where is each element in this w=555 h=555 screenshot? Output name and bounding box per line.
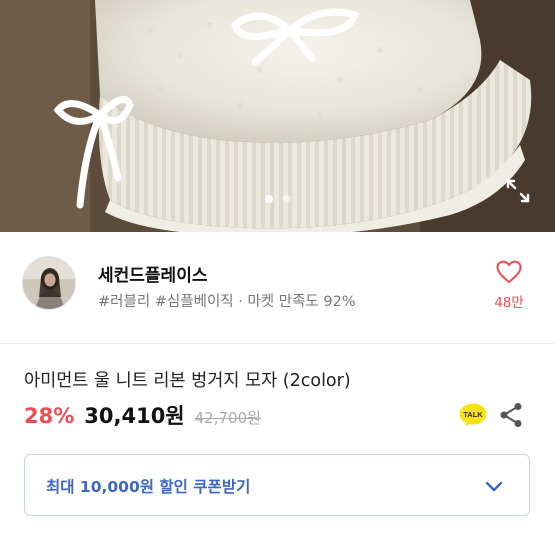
sale-price: 30,410원 <box>84 404 185 428</box>
carousel-dot-active[interactable] <box>264 195 273 203</box>
price-row: 28% 30,410원 42,700원 <box>24 400 261 430</box>
chevron-down-icon <box>485 481 503 492</box>
share-icon[interactable] <box>499 402 523 428</box>
coupon-label: 최대 10,000원 할인 쿠폰받기 <box>46 478 251 496</box>
product-title: 아미먼트 울 니트 리본 벙거지 모자 (2color) <box>24 371 351 391</box>
section-divider <box>0 343 555 344</box>
carousel-dot[interactable] <box>282 195 291 203</box>
seller-name[interactable]: 세컨드플레이스 <box>98 261 207 286</box>
heart-icon <box>496 260 522 283</box>
product-image-carousel[interactable] <box>0 0 555 232</box>
carousel-indicator <box>0 195 555 203</box>
like-count: 48만 <box>494 295 524 311</box>
seller-avatar[interactable] <box>22 256 76 310</box>
seller-tags: #러블리 #심플베이직 · 마켓 만족도 92% <box>98 294 356 310</box>
discount-rate: 28% <box>24 404 75 428</box>
fullscreen-icon[interactable] <box>505 178 531 204</box>
seller-section[interactable]: 세컨드플레이스 #러블리 #심플베이직 · 마켓 만족도 92% 48만 <box>0 232 555 342</box>
original-price: 42,700원 <box>194 409 261 427</box>
talk-label: TALK <box>463 410 483 419</box>
kakao-talk-icon[interactable]: TALK <box>459 403 487 427</box>
coupon-download-button[interactable]: 최대 10,000원 할인 쿠폰받기 <box>24 454 530 516</box>
like-button[interactable]: 48만 <box>489 260 529 311</box>
